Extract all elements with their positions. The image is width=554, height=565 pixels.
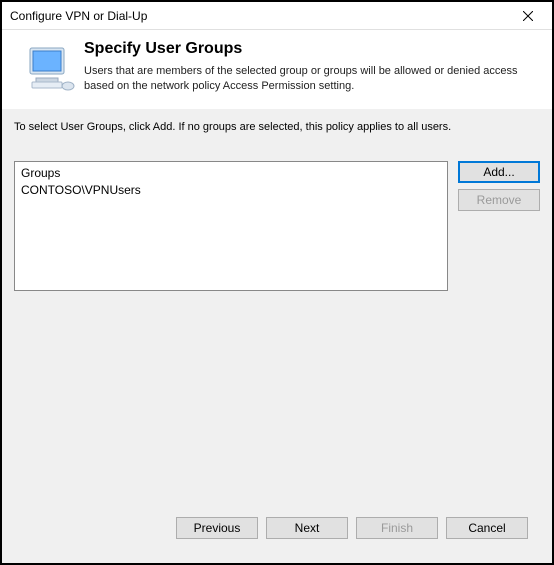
close-icon: [523, 8, 533, 24]
add-button[interactable]: Add...: [458, 161, 540, 183]
computer-icon: [24, 44, 76, 95]
header-icon-wrap: [16, 40, 84, 95]
wizard-header: Specify User Groups Users that are membe…: [2, 30, 552, 109]
remove-button[interactable]: Remove: [458, 189, 540, 211]
wizard-footer: Previous Next Finish Cancel: [14, 507, 540, 551]
cancel-button[interactable]: Cancel: [446, 517, 528, 539]
list-item[interactable]: CONTOSO\VPNUsers: [21, 182, 441, 198]
window-title: Configure VPN or Dial-Up: [10, 9, 508, 23]
page-title: Specify User Groups: [84, 40, 538, 58]
instruction-text: To select User Groups, click Add. If no …: [14, 119, 540, 143]
close-button[interactable]: [508, 4, 548, 28]
content-area: To select User Groups, click Add. If no …: [2, 109, 552, 563]
page-description: Users that are members of the selected g…: [84, 64, 538, 94]
finish-button[interactable]: Finish: [356, 517, 438, 539]
next-button[interactable]: Next: [266, 517, 348, 539]
previous-button[interactable]: Previous: [176, 517, 258, 539]
titlebar: Configure VPN or Dial-Up: [2, 2, 552, 30]
groups-column-header: Groups: [21, 166, 441, 182]
groups-listbox[interactable]: Groups CONTOSO\VPNUsers: [14, 161, 448, 291]
